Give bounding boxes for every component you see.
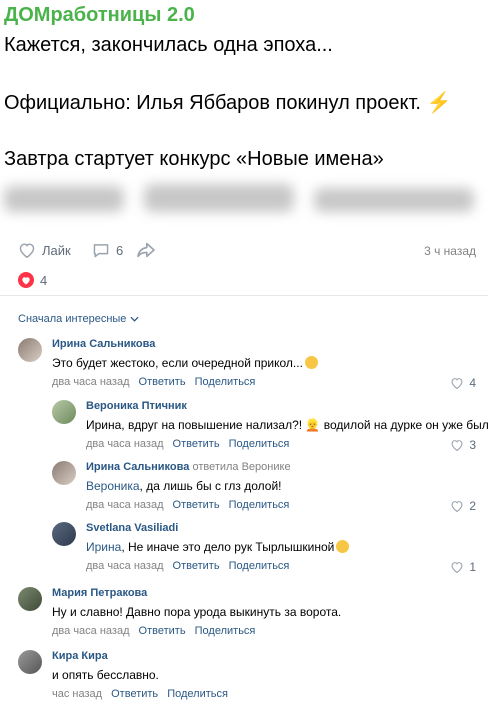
like-label: Лайк (42, 242, 71, 258)
comment-like-count: 2 (469, 499, 476, 513)
comment-reply: Вероника Птичник Ирина, вдруг на повышен… (52, 400, 488, 452)
post-line-2-text: Официально: Илья Яббаров покинул проект. (4, 92, 421, 114)
share-button[interactable] (136, 242, 156, 258)
lightning-emoji: ⚡ (426, 92, 452, 114)
reply-link[interactable]: Ответить (139, 625, 186, 637)
comment-like-button[interactable]: 1 (450, 560, 476, 574)
comment-like-button[interactable]: 2 (450, 499, 476, 513)
avatar[interactable] (52, 461, 76, 485)
comments-button[interactable]: 6 (92, 242, 123, 258)
comment-time[interactable]: два часа назад (52, 376, 129, 388)
avatar[interactable] (18, 650, 42, 674)
heart-outline-icon (19, 243, 35, 258)
comment: Мария Петракова Ну и славно! Давно пора … (18, 587, 476, 637)
comment-meta: два часа назад Ответить Поделиться 3 (86, 438, 476, 452)
post-line-1: Кажется, закончилась одна эпоха... (4, 34, 333, 56)
mention-link[interactable]: Вероника (86, 479, 140, 493)
share-link[interactable]: Поделиться (229, 438, 290, 450)
share-link[interactable]: Поделиться (195, 376, 256, 388)
blurred-content (4, 180, 488, 220)
share-link[interactable]: Поделиться (167, 688, 228, 700)
comment-time[interactable]: два часа назад (52, 625, 129, 637)
post-line-2: Официально: Илья Яббаров покинул проект.… (4, 90, 451, 115)
comment-like-count: 3 (469, 438, 476, 452)
reply-link[interactable]: Ответить (173, 499, 220, 511)
avatar[interactable] (18, 587, 42, 611)
comment-text: и опять бесславно. (52, 668, 159, 682)
comment-icon (93, 244, 109, 258)
heart-outline-icon (451, 562, 463, 573)
laughing-emoji (336, 540, 350, 553)
comment-like-button[interactable]: 3 (450, 438, 476, 452)
heart-outline-icon (451, 378, 463, 389)
mention-link[interactable]: Ирина (86, 540, 121, 554)
sort-label: Сначала интересные (18, 313, 127, 325)
share-icon (137, 242, 155, 258)
comment-like-count: 1 (469, 560, 476, 574)
author-name[interactable]: Ирина Сальникова (86, 461, 189, 473)
comments-count: 6 (116, 242, 124, 258)
comment-text: Ирина, Не иначе это дело рук Тырлышкиной (86, 540, 476, 556)
avatar[interactable] (52, 400, 76, 424)
comment-reply: Ирина Сальникова ответила Веронике Верон… (52, 461, 476, 513)
comment-meta: два часа назад Ответить Поделиться 2 (86, 499, 476, 513)
comment-time[interactable]: два часа назад (86, 499, 163, 511)
heart-reaction-icon (18, 272, 34, 288)
comments-sort-dropdown[interactable]: Сначала интересные (18, 313, 139, 325)
avatar[interactable] (52, 522, 76, 546)
chevron-down-icon (130, 316, 139, 322)
comment-meta: два часа назад Ответить Поделиться 4 (52, 376, 476, 390)
avatar[interactable] (18, 338, 42, 362)
comment-author[interactable]: Ирина Сальникова (52, 338, 476, 352)
reply-to-label[interactable]: ответила Веронике (192, 461, 290, 473)
comment-meta: два часа назад Ответить Поделиться 1 (86, 560, 476, 574)
comment-meta: час назад Ответить Поделиться (52, 688, 476, 702)
comment-text: Ирина, вдруг на повышение нализал?! 👱 во… (86, 418, 488, 432)
post-time[interactable]: 3 ч назад (424, 244, 476, 258)
share-link[interactable]: Поделиться (229, 499, 290, 511)
comment-author[interactable]: Вероника Птичник (86, 400, 476, 414)
smirk-emoji (304, 356, 318, 369)
comment-meta: два часа назад Ответить Поделиться (52, 625, 476, 639)
reply-link[interactable]: Ответить (173, 560, 220, 572)
comment-time[interactable]: час назад (52, 688, 102, 700)
reply-link[interactable]: Ответить (139, 376, 186, 388)
comment-text: Это будет жестоко, если очередной прикол… (52, 356, 476, 372)
like-button[interactable]: Лайк (18, 242, 71, 258)
comment-time[interactable]: два часа назад (86, 560, 163, 572)
comment: Ирина Сальникова Это будет жестоко, если… (18, 338, 476, 390)
reactions-count: 4 (40, 272, 48, 288)
comment-time[interactable]: два часа назад (86, 438, 163, 450)
share-link[interactable]: Поделиться (195, 625, 256, 637)
group-name[interactable]: ДОМработницы 2.0 (4, 4, 195, 27)
comment-text: Вероника, да лишь бы с глз долой! (86, 479, 282, 493)
heart-outline-icon (451, 501, 463, 512)
comment-reply: Svetlana Vasiliadi Ирина, Не иначе это д… (52, 522, 476, 574)
divider (0, 295, 488, 296)
post-actions: Лайк 6 3 ч назад (18, 238, 476, 264)
comment-like-button[interactable]: 4 (450, 376, 476, 390)
reactions[interactable]: 4 (18, 272, 47, 288)
comment-author[interactable]: Svetlana Vasiliadi (86, 522, 476, 536)
comment-author[interactable]: Кира Кира (52, 650, 476, 664)
heart-outline-icon (451, 440, 463, 451)
post-line-3: Завтра стартует конкурс «Новые имена» (4, 148, 384, 170)
comment-author: Ирина Сальникова ответила Веронике (86, 461, 476, 475)
reply-link[interactable]: Ответить (173, 438, 220, 450)
share-link[interactable]: Поделиться (229, 560, 290, 572)
reply-link[interactable]: Ответить (111, 688, 158, 700)
comment-author[interactable]: Мария Петракова (52, 587, 476, 601)
comment-like-count: 4 (469, 376, 476, 390)
comment: Кира Кира и опять бесславно. час назад О… (18, 650, 476, 700)
comment-text: Ну и славно! Давно пора урода выкинуть з… (52, 605, 342, 619)
